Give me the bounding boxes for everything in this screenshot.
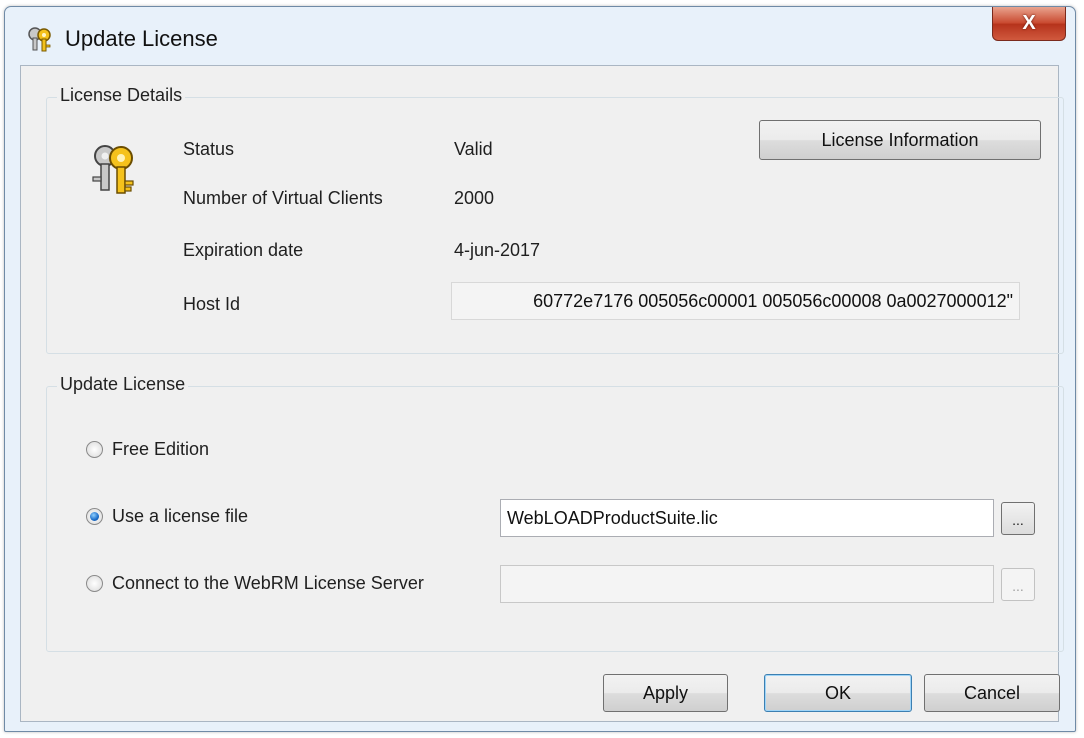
free-edition-label[interactable]: Free Edition: [112, 439, 209, 460]
ok-button-label: OK: [824, 682, 851, 703]
license-details-legend: License Details: [57, 85, 186, 106]
free-edition-radio[interactable]: [86, 441, 103, 458]
update-license-legend: Update License: [57, 374, 189, 395]
dialog-client-area: License Details Status Valid License Inf…: [20, 65, 1064, 722]
update-license-dialog: Update License X License Details Status …: [4, 6, 1076, 732]
license-file-radio[interactable]: [86, 508, 103, 525]
license-file-label[interactable]: Use a license file: [112, 506, 248, 527]
license-file-browse-button[interactable]: ...: [1001, 502, 1035, 535]
cancel-button[interactable]: Cancel: [924, 674, 1060, 712]
expiration-label: Expiration date: [183, 240, 304, 260]
cancel-button-label: Cancel: [963, 682, 1021, 703]
webrm-server-input[interactable]: [500, 565, 994, 603]
webrm-server-browse-button[interactable]: ...: [1001, 568, 1035, 601]
license-file-input[interactable]: WebLOADProductSuite.lic: [500, 499, 994, 537]
title-bar: Update License X: [5, 7, 1075, 63]
license-information-button[interactable]: License Information: [759, 120, 1041, 160]
status-value: Valid: [454, 139, 493, 159]
dialog-title: Update License: [65, 26, 218, 51]
apply-button[interactable]: Apply: [603, 674, 728, 712]
keys-icon: [28, 27, 51, 52]
virtual-clients-label: Number of Virtual Clients: [183, 188, 383, 208]
expiration-value: 4-jun-2017: [454, 240, 541, 260]
apply-button-label: Apply: [642, 682, 689, 703]
browse-ellipsis-icon: ...: [1012, 512, 1024, 528]
browse-ellipsis-icon: ...: [1012, 578, 1024, 594]
status-label: Status: [183, 139, 235, 159]
close-icon: X: [1022, 12, 1036, 34]
webrm-server-radio[interactable]: [86, 575, 103, 592]
virtual-clients-value: 2000: [454, 188, 495, 208]
host-id-label: Host Id: [183, 294, 241, 314]
close-button[interactable]: X: [992, 7, 1066, 41]
host-id-value: 60772e7176 005056c00001 005056c00008 0a0…: [533, 290, 1013, 311]
host-id-field[interactable]: 60772e7176 005056c00001 005056c00008 0a0…: [451, 282, 1020, 320]
license-file-value: WebLOADProductSuite.lic: [507, 507, 718, 528]
ok-button[interactable]: OK: [764, 674, 912, 712]
keys-icon: [92, 145, 134, 194]
license-information-button-label: License Information: [821, 129, 979, 150]
webrm-server-label[interactable]: Connect to the WebRM License Server: [112, 573, 424, 594]
